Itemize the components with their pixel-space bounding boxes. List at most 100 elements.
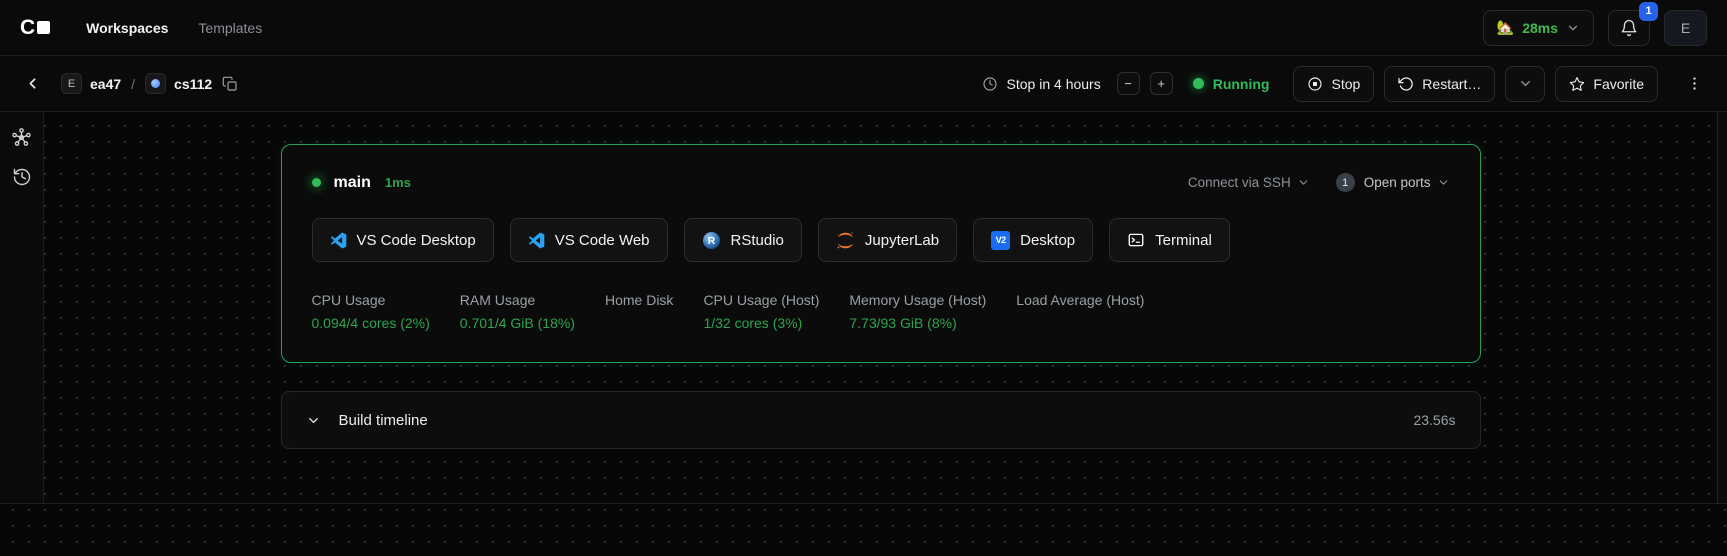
metadata-label: Home Disk: [605, 292, 673, 308]
metadata-ram-usage: RAM Usage 0.701/4 GiB (18%): [460, 292, 575, 332]
vscode-icon: [330, 232, 347, 249]
breadcrumb-separator: /: [131, 76, 135, 92]
metadata-label: CPU Usage: [312, 292, 430, 308]
app-terminal-button[interactable]: Terminal: [1109, 218, 1230, 262]
rstudio-icon: R: [702, 231, 721, 250]
main-panel: main 1ms Connect via SSH 1 Open ports: [44, 112, 1717, 554]
owner-avatar: E: [61, 73, 82, 94]
chevron-down-icon: [1297, 176, 1310, 189]
decrease-autostop-button[interactable]: −: [1117, 72, 1140, 95]
agent-header: main 1ms Connect via SSH 1 Open ports: [312, 173, 1450, 192]
metadata-home-disk: Home Disk: [605, 292, 673, 332]
autostop-label: Stop in 4 hours: [1007, 76, 1101, 92]
latency-button[interactable]: 🏡 28ms: [1483, 10, 1594, 46]
metadata-load-average-host: Load Average (Host): [1016, 292, 1144, 332]
terminal-icon: [1127, 231, 1145, 249]
favorite-button-label: Favorite: [1593, 76, 1644, 92]
workspace-bar: E ea47 / cs112 Stop in 4 hours − + Runni…: [0, 56, 1727, 112]
agent-name: main: [334, 174, 371, 192]
autostop-schedule: Stop in 4 hours: [982, 76, 1101, 92]
metadata-label: Load Average (Host): [1016, 292, 1144, 308]
chevron-left-icon: [24, 75, 41, 92]
app-label: Terminal: [1155, 232, 1212, 249]
metadata-cpu-usage: CPU Usage 0.094/4 cores (2%): [312, 292, 430, 332]
increase-autostop-button[interactable]: +: [1150, 72, 1173, 95]
top-nav: C Workspaces Templates 🏡 28ms 1 E: [0, 0, 1727, 56]
coder-logo-letter: C: [20, 17, 34, 38]
more-options-button[interactable]: [1682, 71, 1707, 96]
workspace-content-area: main 1ms Connect via SSH 1 Open ports: [0, 112, 1727, 554]
metadata-value: 0.094/4 cores (2%): [312, 315, 430, 332]
stop-button[interactable]: Stop: [1293, 66, 1374, 102]
region-emoji-icon: 🏡: [1497, 19, 1514, 36]
stop-icon: [1307, 76, 1323, 92]
metadata-value: [1016, 315, 1144, 332]
sidebar-item-history[interactable]: [5, 160, 39, 194]
jupyterlab-icon: [836, 231, 855, 250]
desktop-icon: V2: [991, 231, 1010, 250]
workspace-icon: [145, 73, 166, 94]
build-timeline-accordion[interactable]: Build timeline 23.56s: [281, 391, 1481, 449]
copy-workspace-name-button[interactable]: [220, 74, 240, 94]
latency-value: 28ms: [1522, 20, 1558, 36]
sidebar-item-resources[interactable]: [5, 120, 39, 154]
back-button[interactable]: [20, 71, 45, 96]
topnav-right: 🏡 28ms 1 E: [1483, 10, 1707, 46]
owner-name[interactable]: ea47: [90, 76, 121, 92]
kebab-menu-icon: [1686, 75, 1703, 92]
history-clock-icon: [12, 167, 32, 187]
metadata-label: Memory Usage (Host): [849, 292, 986, 308]
restart-button-label: Restart…: [1422, 76, 1481, 92]
notifications-badge: 1: [1639, 2, 1658, 21]
workspace-name[interactable]: cs112: [174, 76, 212, 92]
app-label: VS Code Desktop: [357, 232, 476, 249]
agent-apps-row: VS Code Desktop VS Code Web R: [312, 218, 1450, 262]
agent-header-actions: Connect via SSH 1 Open ports: [1188, 173, 1450, 192]
user-avatar[interactable]: E: [1664, 10, 1707, 46]
nav-templates[interactable]: Templates: [198, 20, 262, 36]
agent-card: main 1ms Connect via SSH 1 Open ports: [281, 144, 1481, 363]
build-timeline-label: Build timeline: [339, 412, 428, 429]
notifications: 1: [1608, 10, 1650, 46]
open-ports-dropdown[interactable]: 1 Open ports: [1336, 173, 1450, 192]
build-duration: 23.56s: [1413, 412, 1455, 428]
app-vscode-web-button[interactable]: VS Code Web: [510, 218, 668, 262]
metadata-value: [605, 315, 673, 332]
workspace-actions: Stop in 4 hours − + Running Stop Restart…: [982, 66, 1707, 102]
workspace-status: Running: [1193, 76, 1270, 92]
app-vscode-desktop-button[interactable]: VS Code Desktop: [312, 218, 494, 262]
agent-metadata-row: CPU Usage 0.094/4 cores (2%) RAM Usage 0…: [312, 292, 1450, 332]
nav-workspaces[interactable]: Workspaces: [86, 20, 168, 36]
left-sidebar: [0, 112, 44, 503]
stop-button-label: Stop: [1331, 76, 1360, 92]
open-ports-label: Open ports: [1364, 175, 1431, 190]
chevron-down-icon: [1437, 176, 1450, 189]
metadata-value: 1/32 cores (3%): [703, 315, 819, 332]
metadata-label: CPU Usage (Host): [703, 292, 819, 308]
app-label: JupyterLab: [865, 232, 939, 249]
app-label: RStudio: [731, 232, 784, 249]
connect-ssh-dropdown[interactable]: Connect via SSH: [1188, 175, 1310, 190]
running-status-dot: [1193, 78, 1204, 89]
coder-logo-square: [37, 21, 50, 34]
content-bottom-divider: [0, 503, 1727, 504]
app-desktop-button[interactable]: V2 Desktop: [973, 218, 1093, 262]
metadata-memory-usage-host: Memory Usage (Host) 7.73/93 GiB (8%): [849, 292, 986, 332]
metadata-value: 0.701/4 GiB (18%): [460, 315, 575, 332]
open-ports-count-badge: 1: [1336, 173, 1355, 192]
app-label: Desktop: [1020, 232, 1075, 249]
app-jupyterlab-button[interactable]: JupyterLab: [818, 218, 957, 262]
breadcrumb: E ea47 / cs112: [61, 73, 240, 94]
coder-logo[interactable]: C: [20, 17, 50, 38]
metadata-cpu-usage-host: CPU Usage (Host) 1/32 cores (3%): [703, 292, 819, 332]
workspace-status-dot: [151, 79, 160, 88]
favorite-button[interactable]: Favorite: [1555, 66, 1658, 102]
build-options-dropdown-button[interactable]: [1505, 66, 1545, 102]
app-rstudio-button[interactable]: R RStudio: [684, 218, 802, 262]
scrollbar-track[interactable]: [1717, 112, 1727, 503]
metadata-label: RAM Usage: [460, 292, 575, 308]
metadata-value: 7.73/93 GiB (8%): [849, 315, 986, 332]
restart-icon: [1398, 76, 1414, 92]
restart-button[interactable]: Restart…: [1384, 66, 1495, 102]
copy-icon: [222, 76, 238, 92]
